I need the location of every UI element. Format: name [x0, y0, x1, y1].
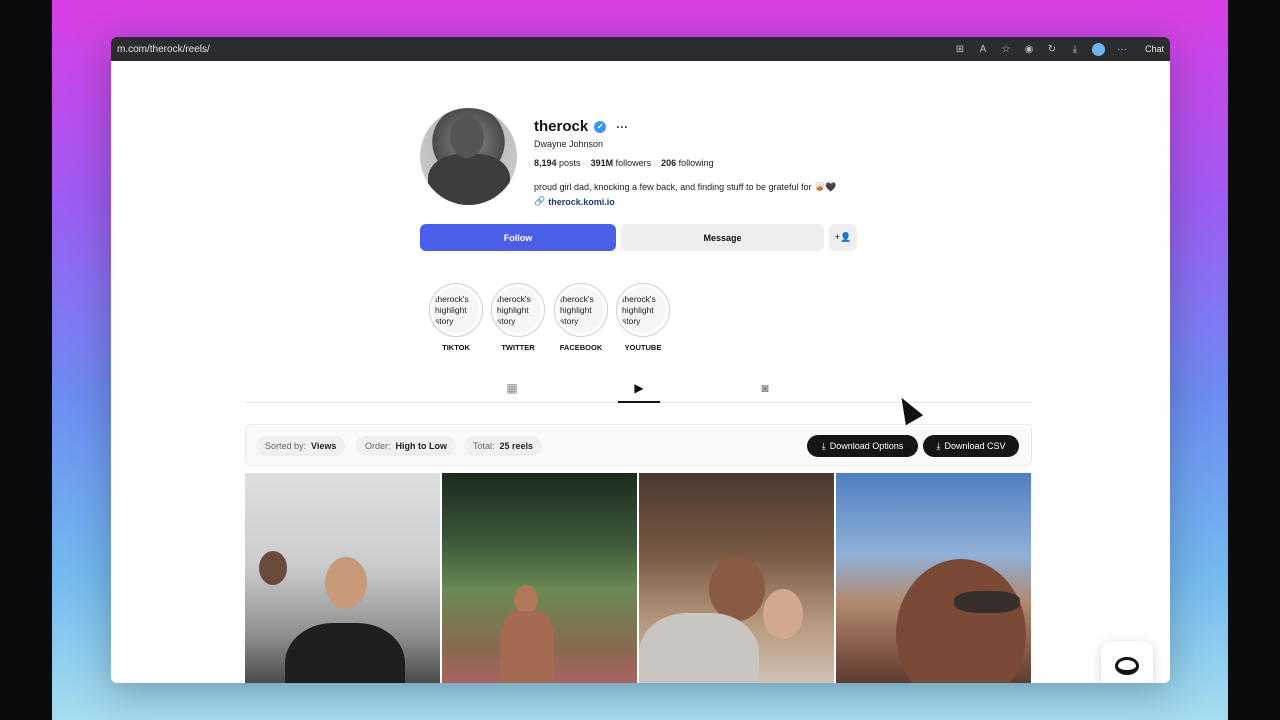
reel-person-body [285, 623, 405, 683]
highlight-cover: therock's highlight story [620, 287, 666, 333]
sort-by-label: Sorted by: [265, 441, 307, 451]
sunglasses [954, 591, 1020, 613]
download-icon: ⤓ [936, 440, 941, 451]
more-options-icon[interactable]: ··· [616, 120, 628, 134]
reel-person-face [763, 589, 803, 639]
following-label: following [678, 158, 714, 168]
tagged-icon: ◙ [761, 381, 769, 395]
profile-link[interactable]: 🔗 therock.komi.io [534, 196, 615, 207]
following-stat[interactable]: 206 following [661, 158, 714, 168]
highlight-label: TIKTOK [442, 343, 470, 352]
reel-thumbnail[interactable] [836, 473, 1031, 683]
browser-toolbar: m.com/therock/reels/ ⊞ A ☆ ◉ ↻ ⤓ ··· Cha… [111, 37, 1170, 61]
download-csv-button[interactable]: ⤓ Download CSV [923, 435, 1019, 457]
instagram-profile-page: therock ✓ ··· Dwayne Johnson 8,194 posts… [111, 61, 1170, 683]
order-value: High to Low [395, 441, 448, 451]
reel-person-face [709, 557, 765, 621]
profile-stats: 8,194 posts 391M followers 206 following [534, 158, 714, 168]
profile-full-name: Dwayne Johnson [534, 139, 604, 149]
highlight-ring: therock's highlight story [616, 283, 670, 337]
message-button[interactable]: Message [621, 224, 824, 251]
reel-person-face [325, 557, 367, 609]
highlight-label: TWITTER [501, 343, 535, 352]
followers-count: 391M [590, 158, 614, 168]
app-logo-icon [1115, 657, 1139, 675]
grid-icon: ▦ [506, 381, 518, 395]
download-icon: ⤓ [821, 440, 826, 451]
highlight-ring: therock's highlight story [554, 283, 608, 337]
profile-username-row: therock ✓ ··· [534, 118, 628, 135]
followers-stat[interactable]: 391M followers [591, 158, 652, 168]
download-csv-label: Download CSV [944, 441, 1006, 451]
order-chip[interactable]: Order: High to Low [356, 436, 457, 456]
reel-person-body [639, 613, 759, 683]
highlight-tiktok[interactable]: therock's highlight story TIKTOK [429, 283, 483, 352]
chat-button[interactable]: Chat [1145, 44, 1164, 54]
read-aloud-icon[interactable]: A [977, 43, 989, 55]
profile-link-text[interactable]: therock.komi.io [548, 197, 615, 207]
sort-by-value: Views [311, 441, 337, 451]
highlight-ring: therock's highlight story [491, 283, 545, 337]
address-bar[interactable]: m.com/therock/reels/ [117, 44, 954, 55]
highlight-facebook[interactable]: therock's highlight story FACEBOOK [554, 283, 608, 352]
browser-window: m.com/therock/reels/ ⊞ A ☆ ◉ ↻ ⤓ ··· Cha… [111, 37, 1170, 683]
profile-bio: proud girl dad, knocking a few back, and… [534, 182, 837, 192]
extension-icon[interactable]: ◉ [1023, 43, 1035, 55]
total-value: 25 reels [499, 441, 534, 451]
tab-reels[interactable]: ▶ [618, 381, 660, 403]
highlight-label: YOUTUBE [624, 343, 662, 352]
favorite-star-icon[interactable]: ☆ [1000, 43, 1012, 55]
more-options-icon[interactable]: ··· [1116, 43, 1128, 55]
letterbox-left [0, 0, 52, 720]
toolbar-icons: ⊞ A ☆ ◉ ↻ ⤓ ··· Chat [954, 42, 1164, 56]
download-icon[interactable]: ⤓ [1069, 43, 1081, 55]
download-options-button[interactable]: ⤓ Download Options [807, 435, 918, 457]
posts-count: 8,194 [534, 158, 557, 168]
following-count: 206 [661, 158, 677, 168]
reel-thumbnail[interactable] [639, 473, 834, 683]
floating-action-button[interactable] [1101, 641, 1153, 683]
total-label: Total: [473, 441, 495, 451]
posts-stat[interactable]: 8,194 posts [534, 158, 581, 168]
tab-posts[interactable]: ▦ [491, 381, 533, 403]
posts-label: posts [559, 158, 581, 168]
total-chip: Total: 25 reels [464, 436, 543, 456]
profile-avatar[interactable] [420, 108, 517, 205]
order-label: Order: [365, 441, 391, 451]
profile-avatar-icon[interactable] [1091, 42, 1105, 56]
add-user-icon: +👤 [834, 232, 852, 242]
follow-button[interactable]: Follow [420, 224, 616, 251]
sort-by-chip[interactable]: Sorted by: Views [256, 436, 346, 456]
download-options-label: Download Options [829, 441, 904, 451]
refresh-extension-icon[interactable]: ↻ [1046, 43, 1058, 55]
tab-tagged[interactable]: ◙ [744, 381, 786, 403]
link-icon: 🔗 [534, 196, 546, 206]
verified-badge-icon: ✓ [594, 120, 607, 133]
highlight-label: FACEBOOK [559, 343, 603, 352]
avatar-photo-body [428, 154, 510, 205]
avatar-photo-head [450, 116, 484, 158]
reels-icon: ▶ [634, 381, 644, 395]
reel-thumbnail[interactable] [245, 473, 440, 683]
suggested-users-button[interactable]: +👤 [829, 224, 857, 251]
highlight-youtube[interactable]: therock's highlight story YOUTUBE [616, 283, 670, 352]
reel-person-face [896, 559, 1026, 683]
highlight-twitter[interactable]: therock's highlight story TWITTER [491, 283, 545, 352]
letterbox-right [1228, 0, 1280, 720]
reel-person-face [259, 551, 287, 585]
highlight-ring: therock's highlight story [429, 283, 483, 337]
followers-label: followers [615, 158, 652, 168]
reel-thumbnail[interactable] [442, 473, 637, 683]
reel-person-body [500, 611, 554, 683]
highlight-cover: therock's highlight story [495, 287, 541, 333]
apps-icon[interactable]: ⊞ [954, 43, 966, 55]
highlight-cover: therock's highlight story [433, 287, 479, 333]
reels-sort-bar: Sorted by: Views Order: High to Low Total:… [245, 424, 1032, 466]
highlight-cover: therock's highlight story [558, 287, 604, 333]
profile-username: therock [534, 118, 589, 135]
